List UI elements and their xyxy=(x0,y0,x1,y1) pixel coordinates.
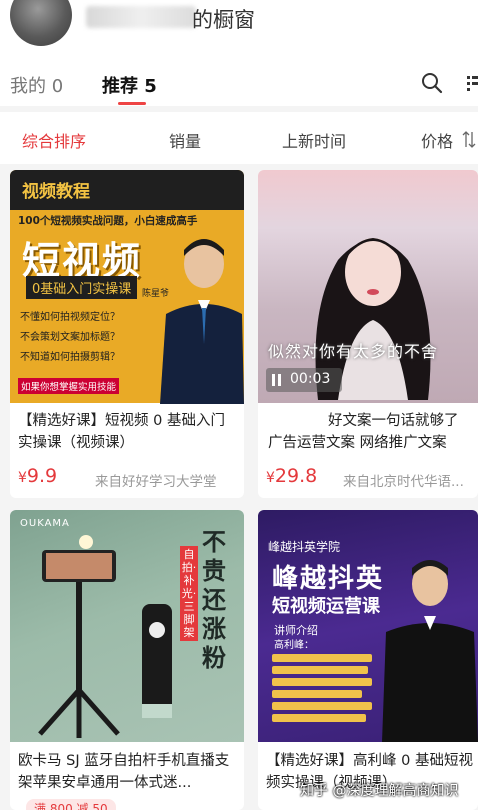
sort-price[interactable]: 价格 xyxy=(421,128,453,152)
instructor-image xyxy=(382,560,478,742)
product-image[interactable]: 似然对你有太多的不舍 00:03 xyxy=(258,170,478,403)
sort-sales[interactable]: 销量 xyxy=(169,128,201,152)
product-title[interactable]: 好文案一句话就够了 广告运营文案 网络推广文案 xyxy=(268,410,473,454)
video-overlay-text: 似然对你有太多的不舍 xyxy=(268,342,439,361)
video-duration-badge: 00:03 xyxy=(266,368,342,392)
tab-recommend[interactable]: 推荐 5 xyxy=(102,72,157,98)
sort-comprehensive[interactable]: 综合排序 xyxy=(22,128,86,152)
product-title[interactable]: 欧卡马 SJ 蓝牙自拍杆手机直播支架苹果安卓通用一体式迷... xyxy=(18,750,233,794)
course-outline-list xyxy=(272,654,372,722)
poster-subtitle: 0基础入门实操课 xyxy=(26,276,138,299)
sort-newest[interactable]: 上新时间 xyxy=(282,128,346,152)
poster-subtitle: 短视频运营课 xyxy=(272,596,380,617)
presenter-image xyxy=(160,239,244,404)
product-card[interactable]: 峰越抖英学院 峰越抖英 短视频运营课 讲师介绍 高利峰： 【精选好课】高利峰 0… xyxy=(258,510,478,810)
poster-topbar: 视频教程 xyxy=(10,170,244,210)
product-image[interactable]: OUKAMA 不贵还涨粉 自拍·补光·三脚架 xyxy=(10,510,244,742)
product-card[interactable]: 似然对你有太多的不舍 00:03 好文案一句话就够了 广告运营文案 网络推广文案… xyxy=(258,170,478,498)
poster-promo: 如果你想掌握实用技能 xyxy=(18,378,120,394)
poster-bullet: 不懂如何拍视频定位？ xyxy=(20,312,120,323)
selfie-stick-image xyxy=(38,535,172,738)
header: 的橱窗 xyxy=(0,0,478,60)
price-symbol: ¥ xyxy=(266,470,275,486)
poster-bullet: 不知道如何拍摄剪辑？ xyxy=(20,352,120,363)
product-price: ¥29.8 xyxy=(266,465,317,487)
tab-bar: 我的 0 推荐 5 xyxy=(0,60,478,106)
active-tab-indicator xyxy=(118,102,146,105)
shop-name[interactable]: 来自好好学习大学堂 xyxy=(95,470,217,490)
product-title[interactable]: 【精选好课】短视频 0 基础入门实操课（视频课） xyxy=(18,410,233,454)
watermark: 知乎 @深度理解高商知识 xyxy=(300,783,459,799)
blurred-shop-name xyxy=(86,6,196,28)
poster-label: 视频教程 xyxy=(22,182,90,202)
presenter-name: 陈星爷 xyxy=(142,289,170,299)
shop-name[interactable]: 来自北京时代华语... xyxy=(343,470,464,490)
product-card[interactable]: OUKAMA 不贵还涨粉 自拍·补光·三脚架 欧卡马 SJ 蓝牙自拍杆手机直播支… xyxy=(10,510,244,810)
poster-vertical-text: 不贵还涨粉 xyxy=(202,528,226,672)
sort-bar: 综合排序 销量 上新时间 价格 xyxy=(0,112,478,164)
page-title: 的橱窗 xyxy=(192,8,255,32)
product-image[interactable]: 视频教程 100个短视频实战问题，小白速成高手 短视频 0基础入门实操课 不懂如… xyxy=(10,170,244,404)
school-name: 峰越抖英学院 xyxy=(268,540,341,554)
list-icon[interactable] xyxy=(465,73,478,93)
price-value: 29.8 xyxy=(274,465,318,487)
sort-arrows-icon[interactable] xyxy=(462,131,476,149)
brand-logo: OUKAMA xyxy=(20,518,70,529)
poster-bullet: 不会策划文案加标题？ xyxy=(20,332,120,343)
product-card[interactable]: 视频教程 100个短视频实战问题，小白速成高手 短视频 0基础入门实操课 不懂如… xyxy=(10,170,244,498)
poster-headline: 100个短视频实战问题，小白速成高手 xyxy=(18,215,198,227)
pause-icon[interactable] xyxy=(272,374,282,386)
video-duration: 00:03 xyxy=(290,371,331,387)
avatar[interactable] xyxy=(10,0,72,46)
tab-mine[interactable]: 我的 0 xyxy=(10,72,63,98)
price-symbol: ¥ xyxy=(18,470,27,486)
product-image[interactable]: 峰越抖英学院 峰越抖英 短视频运营课 讲师介绍 高利峰： xyxy=(258,510,478,742)
instructor-name: 高利峰： xyxy=(274,640,314,651)
search-icon[interactable] xyxy=(421,72,443,94)
promo-badge: 满 800 减 50 xyxy=(26,799,116,810)
product-price: ¥9.9 xyxy=(18,465,57,487)
price-value: 9.9 xyxy=(26,465,58,487)
poster-title: 峰越抖英 xyxy=(272,564,385,594)
